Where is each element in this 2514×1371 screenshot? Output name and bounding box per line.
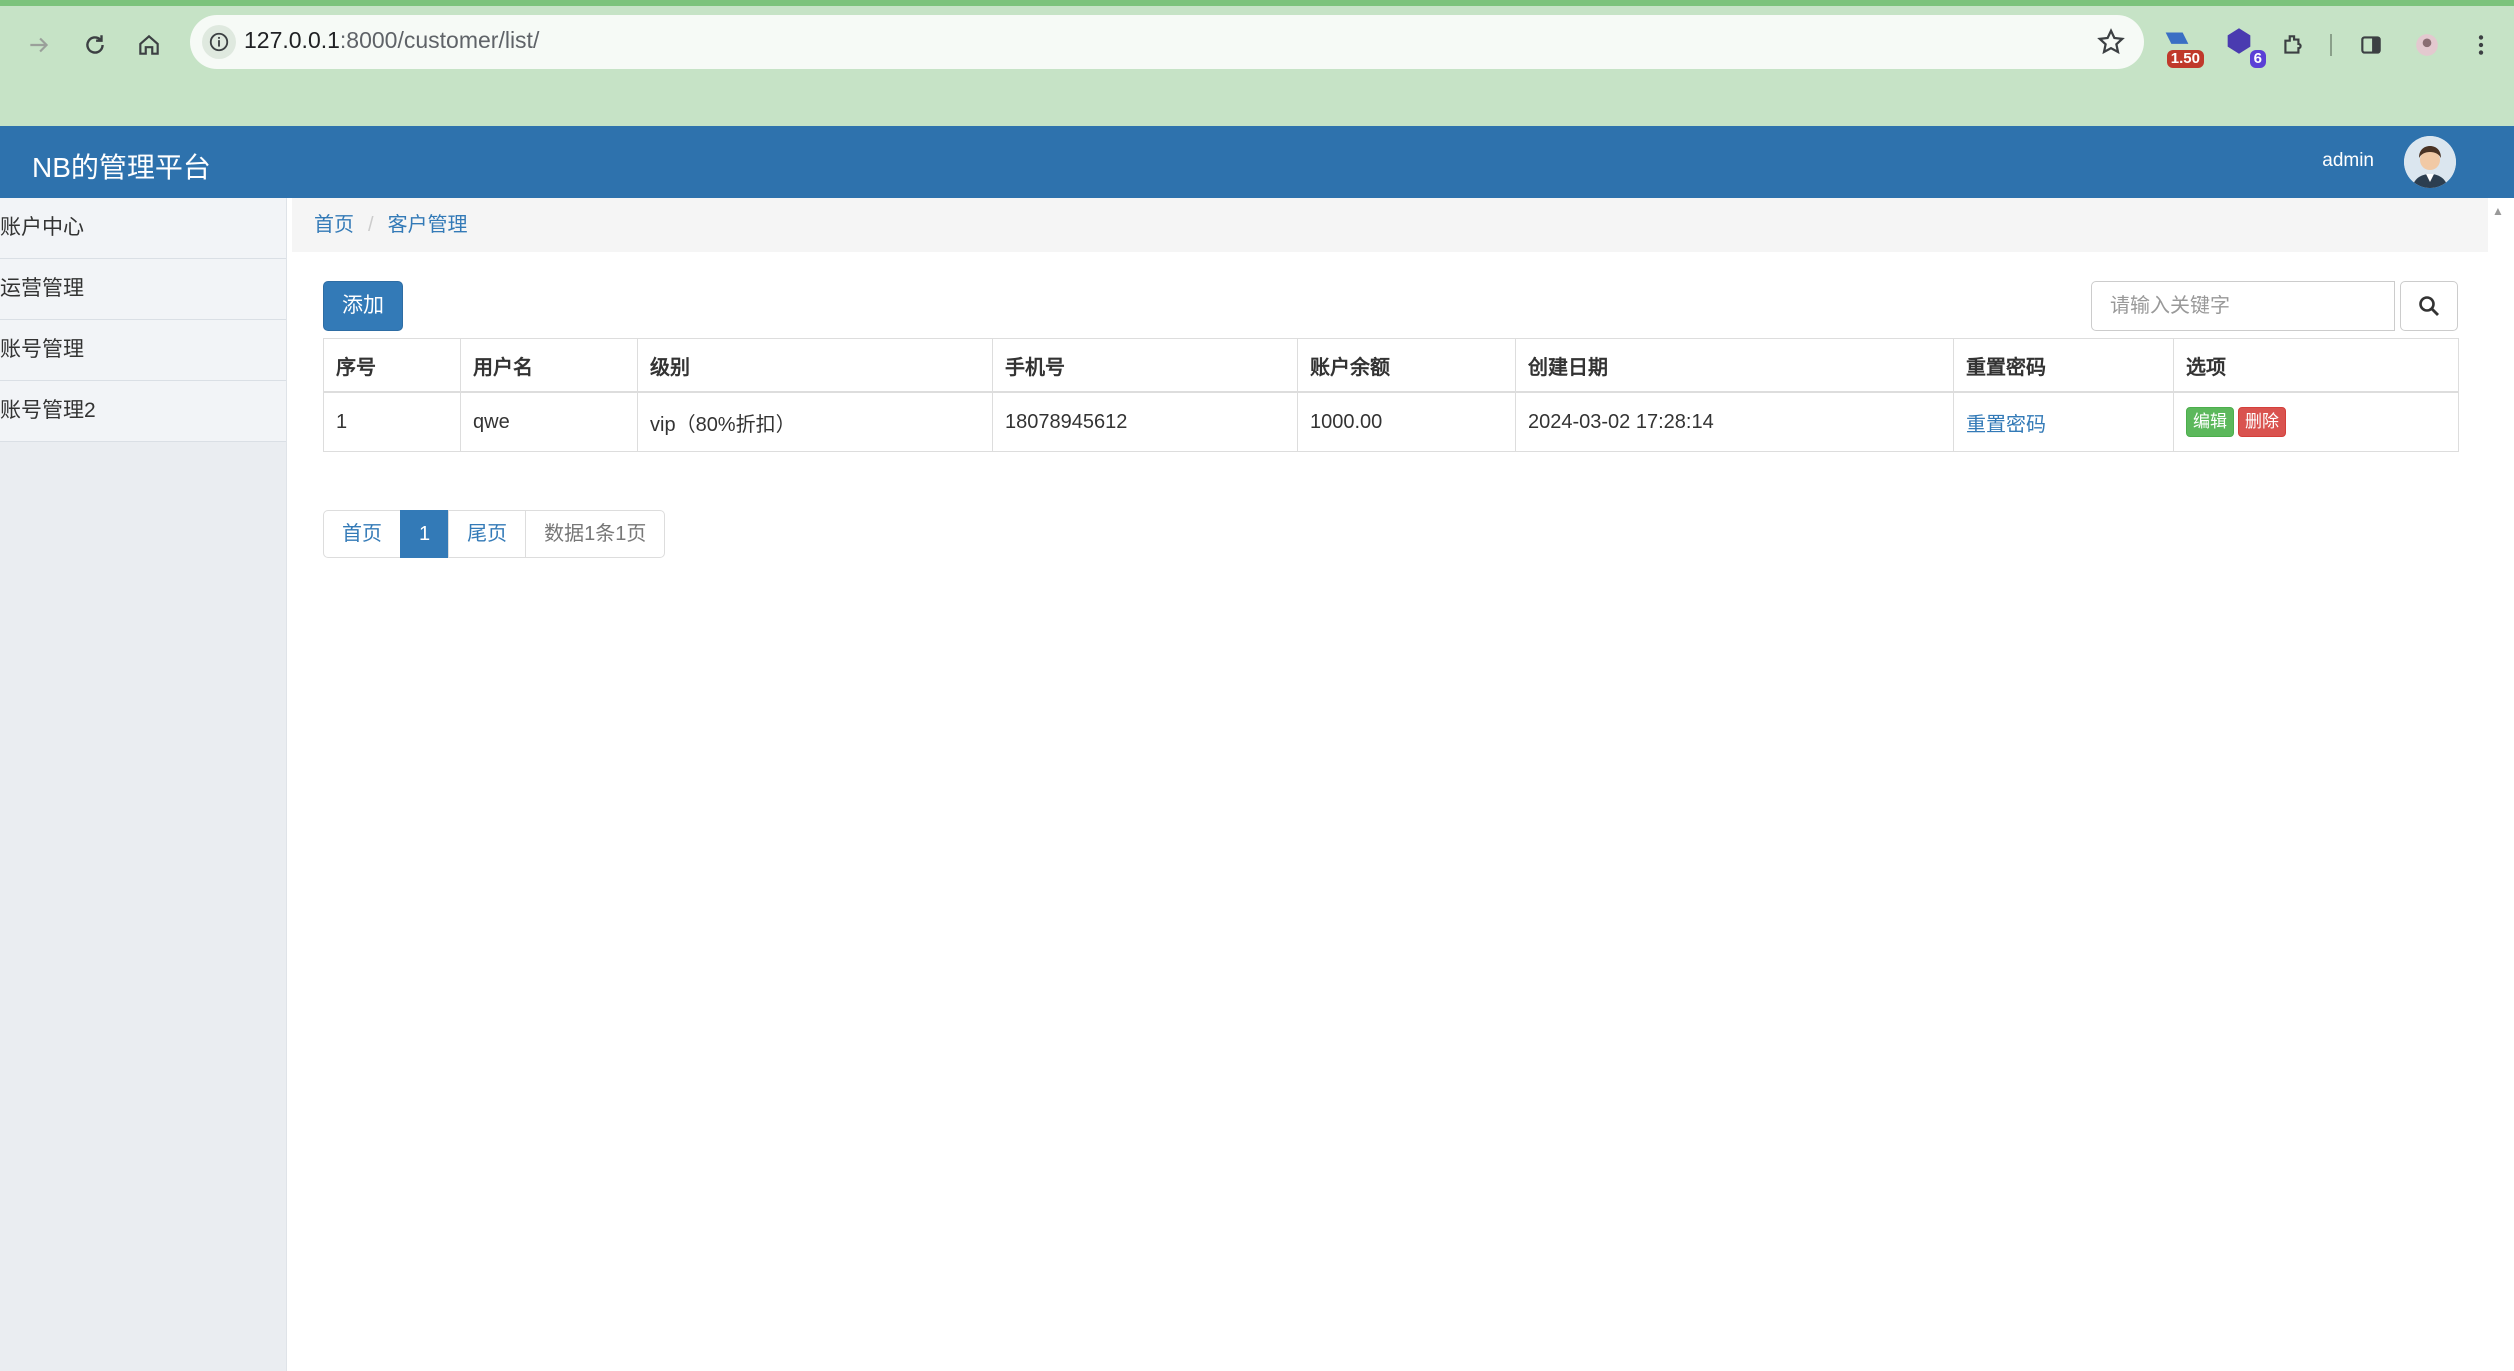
column-header: 选项: [2173, 338, 2459, 393]
cell-level: vip（80%折扣）: [637, 391, 993, 452]
extension-badge: 6: [2249, 50, 2266, 68]
sidebar-item-operations[interactable]: 运营管理: [0, 259, 286, 320]
table-row: 1 qwe vip（80%折扣） 18078945612 1000.00 202…: [323, 391, 2459, 452]
breadcrumb-separator: /: [368, 214, 374, 236]
search-icon: [2419, 296, 2439, 316]
page-last[interactable]: 尾页: [448, 510, 527, 558]
column-header: 重置密码: [1953, 338, 2174, 393]
search-input[interactable]: 请输入关键字: [2091, 281, 2395, 331]
table-header-row: 序号 用户名 级别 手机号 账户余额 创建日期 重置密码 选项: [323, 338, 2459, 393]
url-path: :8000/customer/list/: [339, 27, 540, 53]
page-first[interactable]: 首页: [323, 510, 401, 558]
app-navbar: NB的管理平台 admin: [0, 126, 2514, 198]
home-icon[interactable]: [130, 26, 168, 64]
bookmark-star-icon[interactable]: [2096, 27, 2126, 57]
reload-icon[interactable]: [76, 26, 114, 64]
cell-id: 1: [323, 391, 461, 452]
edit-button[interactable]: 编辑: [2186, 407, 2234, 437]
forward-icon[interactable]: [20, 26, 58, 64]
extension-icon[interactable]: 1.50: [2160, 24, 2204, 68]
toolbar-divider: [2330, 34, 2332, 56]
breadcrumb: 首页 / 客户管理: [292, 198, 2488, 252]
scroll-up-icon[interactable]: ▲: [2492, 204, 2506, 218]
side-panel-icon[interactable]: [2352, 26, 2390, 64]
breadcrumb-home[interactable]: 首页: [314, 214, 354, 236]
url-host: 127.0.0.1: [244, 27, 340, 53]
sidebar-item-account-management[interactable]: 账号管理: [0, 320, 286, 381]
browser-menu-icon[interactable]: [2462, 26, 2500, 64]
cell-phone: 18078945612: [992, 391, 1298, 452]
user-name[interactable]: admin: [2322, 150, 2374, 172]
page-current[interactable]: 1: [400, 510, 450, 558]
column-header: 账户余额: [1297, 338, 1516, 393]
column-header: 序号: [323, 338, 461, 393]
reset-password-link[interactable]: 重置密码: [1966, 414, 2046, 436]
breadcrumb-current[interactable]: 客户管理: [388, 214, 468, 236]
extension-icon[interactable]: 6: [2222, 24, 2266, 68]
cell-actions: 编辑 删除: [2173, 391, 2459, 452]
profile-avatar-icon[interactable]: [2408, 26, 2446, 64]
cell-reset: 重置密码: [1953, 391, 2174, 452]
column-header: 用户名: [460, 338, 638, 393]
address-bar[interactable]: 127.0.0.1:8000/customer/list/: [190, 15, 2144, 69]
page-info: 数据1条1页: [525, 510, 666, 558]
sidebar: 账户中心 运营管理 账号管理 账号管理2: [0, 198, 287, 1371]
site-info-icon[interactable]: [202, 25, 236, 59]
add-button[interactable]: 添加: [323, 281, 403, 331]
column-header: 创建日期: [1515, 338, 1954, 393]
url-text: 127.0.0.1:8000/customer/list/: [244, 27, 539, 54]
customer-table: 序号 用户名 级别 手机号 账户余额 创建日期 重置密码 选项 1 qwe vi…: [323, 338, 2459, 452]
cell-created: 2024-03-02 17:28:14: [1515, 391, 1954, 452]
sidebar-item-account-management-2[interactable]: 账号管理2: [0, 381, 286, 442]
cell-balance: 1000.00: [1297, 391, 1516, 452]
column-header: 级别: [637, 338, 993, 393]
cell-username: qwe: [460, 391, 638, 452]
delete-button[interactable]: 删除: [2238, 407, 2286, 437]
extension-badge: 1.50: [2166, 50, 2204, 68]
user-avatar[interactable]: [2404, 136, 2456, 188]
pagination: 首页 1 尾页 数据1条1页: [323, 510, 666, 558]
extensions-puzzle-icon[interactable]: [2274, 26, 2312, 64]
sidebar-item-account-center[interactable]: 账户中心: [0, 198, 286, 259]
search-button[interactable]: [2400, 281, 2458, 331]
brand-title[interactable]: NB的管理平台: [32, 146, 211, 186]
column-header: 手机号: [992, 338, 1298, 393]
browser-toolbar: 127.0.0.1:8000/customer/list/ 1.50 6: [0, 0, 2514, 126]
